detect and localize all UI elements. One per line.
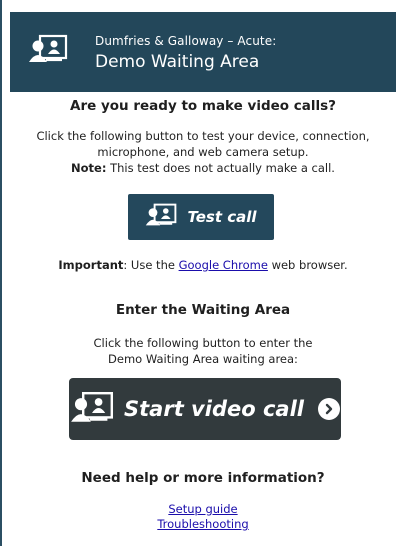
important-label: Important (58, 258, 124, 272)
start-video-call-button[interactable]: Start video call (69, 378, 341, 440)
video-call-people-icon (28, 34, 68, 68)
enter-description: Click the following button to enter the … (10, 335, 396, 367)
help-heading: Need help or more information? (81, 470, 325, 486)
ready-line-2: microphone, and web camera setup. (97, 145, 309, 159)
troubleshooting-link[interactable]: Troubleshooting (157, 517, 248, 531)
enter-heading: Enter the Waiting Area (115, 302, 291, 318)
note-label: Note: (71, 161, 107, 175)
google-chrome-link[interactable]: Google Chrome (179, 258, 268, 272)
setup-guide-link[interactable]: Setup guide (168, 502, 237, 516)
browser-notice: Important: Use the Google Chrome web bro… (10, 258, 396, 272)
header-subtitle: Dumfries & Galloway – Acute: (95, 34, 277, 48)
enter-line-1: Click the following button to enter the (93, 336, 313, 350)
important-prefix: : Use the (123, 258, 179, 272)
ready-line-1: Click the following button to test your … (36, 129, 370, 143)
video-call-people-icon (70, 391, 114, 428)
video-call-people-icon (145, 203, 177, 231)
page-title: Demo Waiting Area (95, 52, 260, 72)
header-banner: Dumfries & Galloway – Acute: Demo Waitin… (10, 12, 396, 92)
test-call-label: Test call (187, 208, 257, 226)
arrow-right-circle-icon (317, 398, 340, 420)
ready-description: Click the following button to test your … (10, 128, 396, 176)
ready-heading: Are you ready to make video calls? (70, 98, 336, 114)
enter-line-2: Demo Waiting Area waiting area: (108, 352, 298, 366)
start-video-call-label: Start video call (124, 397, 304, 421)
ready-note: Note: This test does not actually make a… (10, 160, 396, 176)
help-links: Setup guide Troubleshooting (10, 502, 396, 532)
note-text: This test does not actually make a call. (106, 161, 335, 175)
important-suffix: web browser. (267, 258, 348, 272)
test-call-button[interactable]: Test call (128, 194, 274, 240)
